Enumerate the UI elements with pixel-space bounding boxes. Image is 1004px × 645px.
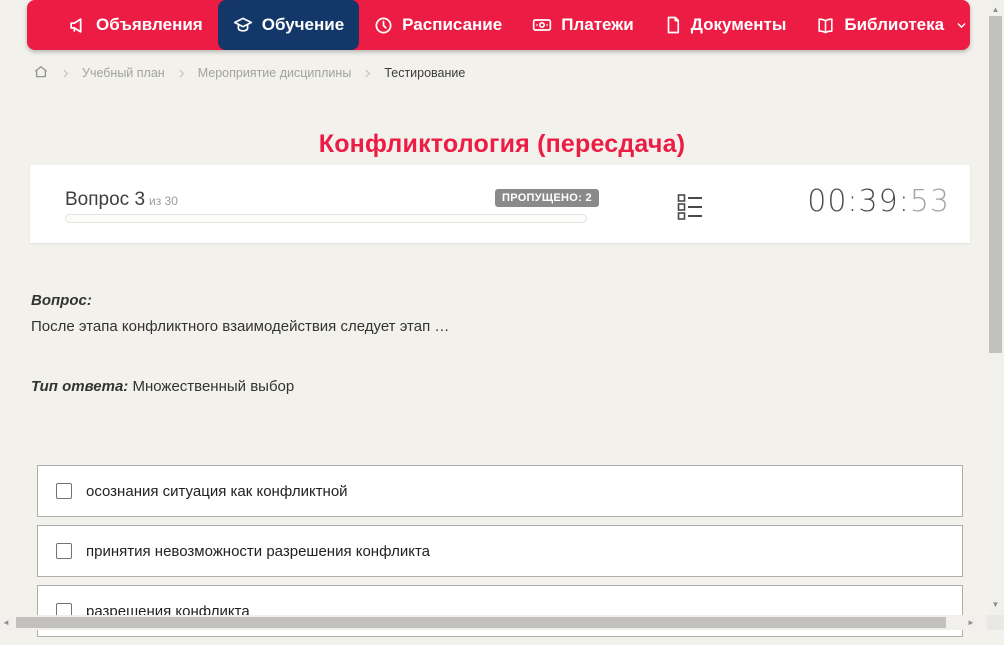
breadcrumb-item-discipline-event[interactable]: Мероприятие дисциплины — [198, 66, 352, 80]
timer-minutes: 00:39: — [807, 184, 910, 219]
nav-item-learning[interactable]: Обучение — [217, 0, 360, 50]
horizontal-scrollbar-thumb[interactable] — [16, 617, 946, 628]
clock-icon — [374, 16, 393, 35]
question-total: из 30 — [149, 194, 178, 208]
cash-icon — [532, 15, 552, 35]
answer-option[interactable]: принятия невозможности разрешения конфли… — [37, 525, 963, 577]
vertical-scrollbar[interactable]: ▲ ▼ — [987, 0, 1004, 613]
chevron-right-icon — [176, 68, 187, 79]
scroll-left-arrow-icon[interactable]: ◄ — [0, 615, 12, 630]
question-number: Вопрос 3 из 30 — [65, 189, 178, 211]
scroll-right-arrow-icon[interactable]: ► — [965, 615, 977, 630]
answer-option-label: осознания ситуация как конфликтной — [86, 482, 348, 500]
checkbox[interactable] — [56, 543, 72, 559]
question-list-icon[interactable] — [675, 191, 705, 227]
megaphone-icon — [68, 16, 87, 35]
question-number-label: Вопрос 3 — [65, 189, 146, 210]
question-heading: Вопрос: — [31, 292, 92, 309]
answer-type-value: Множественный выбор — [132, 378, 295, 395]
nav-item-schedule[interactable]: Расписание — [359, 0, 517, 50]
home-icon[interactable] — [33, 64, 49, 83]
book-icon — [816, 16, 835, 35]
scroll-down-arrow-icon[interactable]: ▼ — [987, 597, 1004, 611]
answer-option-label: принятия невозможности разрешения конфли… — [86, 542, 431, 560]
nav-item-label: Документы — [690, 15, 787, 34]
nav-item-documents[interactable]: Документы — [649, 0, 802, 50]
nav-item-announcements[interactable]: Объявления — [53, 0, 218, 50]
timer-seconds: 53 — [909, 184, 950, 219]
top-navbar: Объявления Обучение Расписание Платежи Д… — [27, 0, 970, 50]
page-title: Конфликтология (пересдача) — [318, 129, 686, 158]
graduation-cap-icon — [233, 15, 253, 35]
nav-item-label: Обучение — [261, 15, 345, 34]
skipped-badge: ПРОПУЩЕНО: 2 — [495, 189, 599, 207]
chevron-down-icon — [955, 19, 968, 32]
checkbox[interactable] — [56, 483, 72, 499]
nav-item-label: Расписание — [402, 15, 503, 34]
nav-item-label: Объявления — [96, 15, 203, 34]
breadcrumb-item-testing: Тестирование — [384, 66, 466, 80]
nav-item-payments[interactable]: Платежи — [517, 0, 649, 50]
document-icon — [664, 16, 682, 34]
vertical-scrollbar-thumb[interactable] — [989, 16, 1002, 353]
chevron-right-icon — [362, 68, 373, 79]
chevron-right-icon — [60, 68, 71, 79]
scroll-up-arrow-icon[interactable]: ▲ — [987, 2, 1004, 16]
nav-item-library[interactable]: Библиотека — [801, 0, 983, 50]
question-progress-bar — [65, 214, 587, 223]
breadcrumb: Учебный план Мероприятие дисциплины Тест… — [33, 62, 465, 84]
horizontal-scrollbar[interactable]: ◄ ► — [0, 615, 987, 630]
answer-type-label: Тип ответа: — [31, 378, 129, 395]
timer: 00:39:53 — [807, 184, 950, 219]
scrollbar-corner — [987, 615, 1004, 630]
nav-item-label: Библиотека — [844, 15, 945, 34]
breadcrumb-item-curriculum[interactable]: Учебный план — [82, 66, 165, 80]
answer-type: Тип ответа: Множественный выбор — [31, 378, 294, 395]
answer-option[interactable]: осознания ситуация как конфликтной — [37, 465, 963, 517]
nav-item-label: Платежи — [561, 15, 634, 34]
question-text: После этапа конфликтного взаимодействия … — [31, 318, 450, 335]
question-header-card: Вопрос 3 из 30 ПРОПУЩЕНО: 2 00:39:53 — [30, 165, 970, 243]
